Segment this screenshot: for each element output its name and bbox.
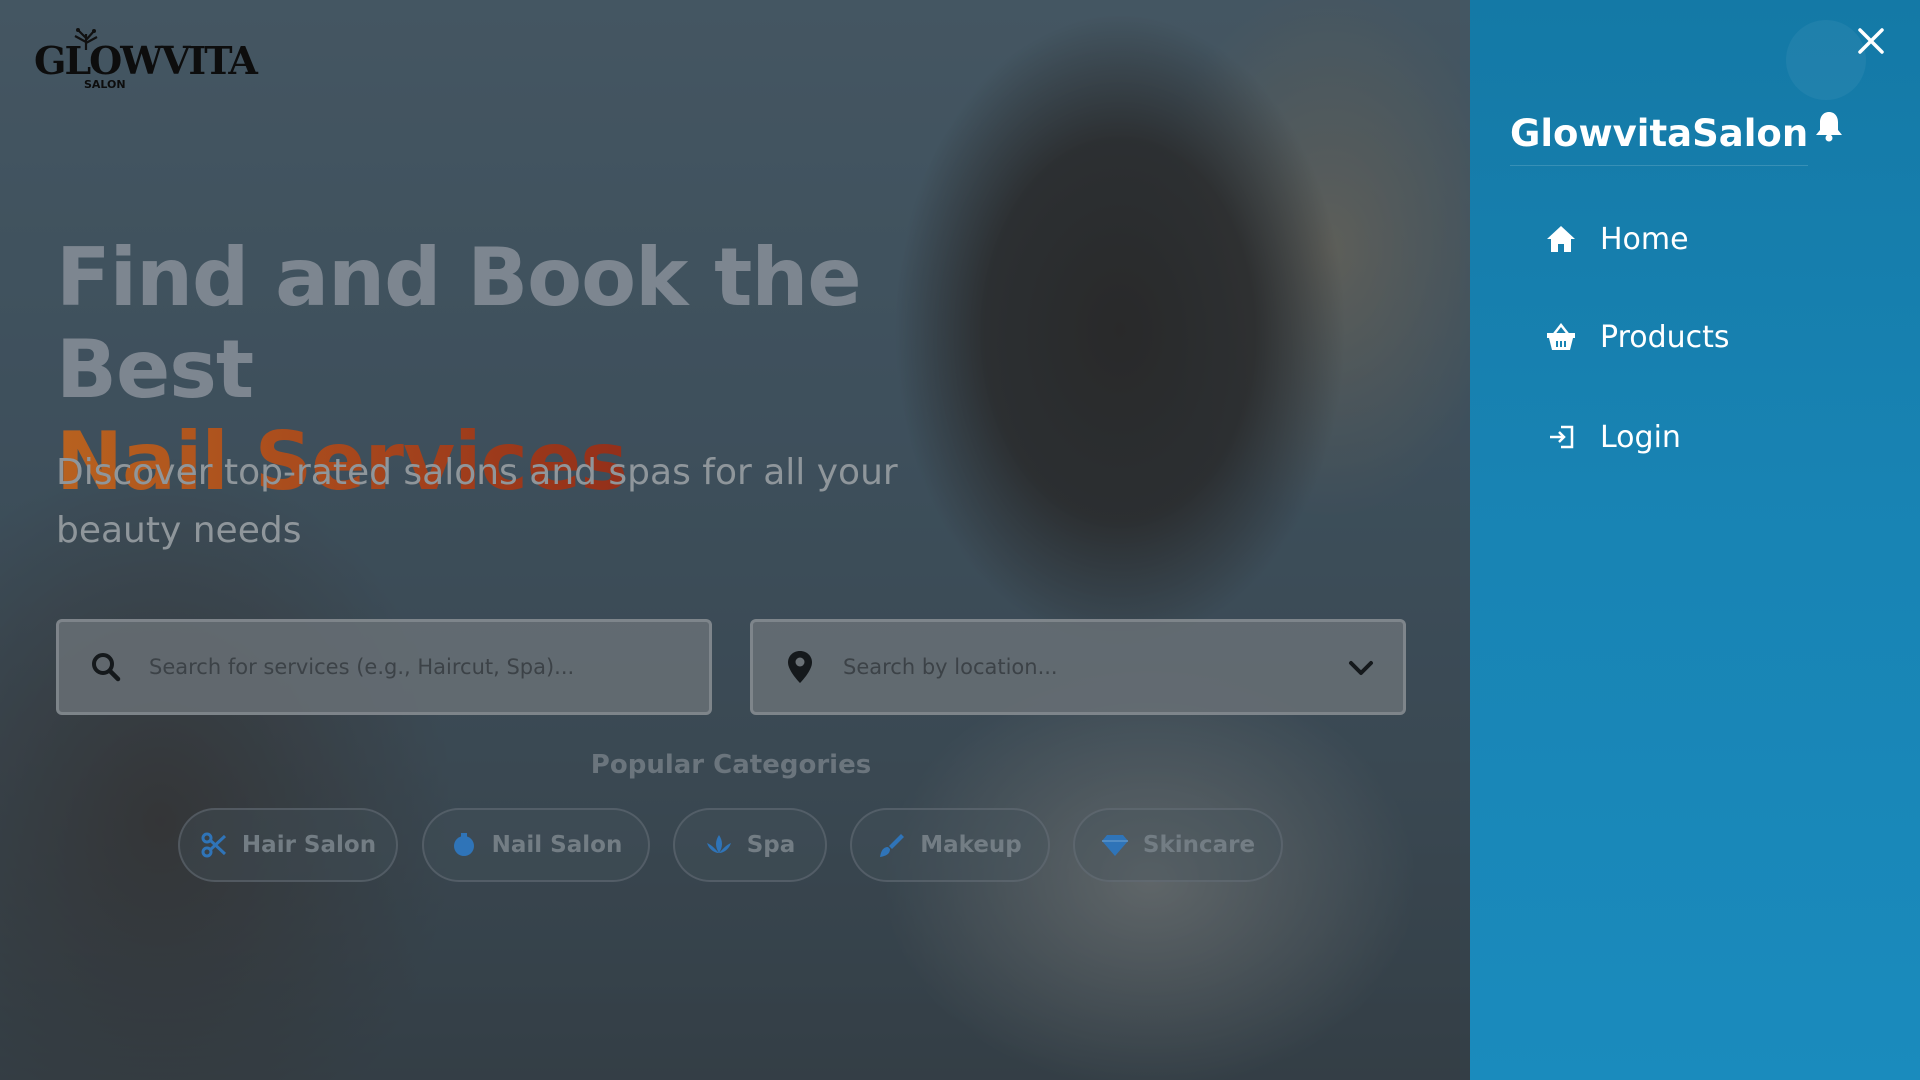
category-label: Nail Salon — [491, 832, 623, 858]
sidebar-item-products[interactable]: Products — [1546, 312, 1730, 362]
category-label: Makeup — [920, 832, 1022, 858]
diamond-icon — [1101, 831, 1129, 859]
bell-icon[interactable] — [1814, 110, 1844, 142]
location-search-box[interactable] — [750, 619, 1406, 715]
lotus-icon — [705, 831, 733, 859]
map-pin-icon — [783, 650, 817, 684]
side-menu-drawer: GlowvitaSalon Home Products Login — [1470, 0, 1920, 1080]
hero-subtitle: Discover top-rated salons and spas for a… — [56, 452, 898, 551]
category-label: Hair Salon — [241, 832, 377, 858]
chevron-down-icon[interactable] — [1345, 652, 1377, 684]
sidebar-item-home[interactable]: Home — [1546, 214, 1689, 264]
popular-categories-title: Popular Categories — [590, 750, 872, 780]
sidebar-brand: GlowvitaSalon — [1510, 112, 1809, 166]
sidebar-item-label: Login — [1600, 419, 1681, 455]
category-label: Skincare — [1142, 832, 1256, 858]
logo-subtext: SALON — [84, 78, 126, 91]
service-search-input[interactable] — [149, 655, 619, 679]
basket-icon — [1546, 322, 1576, 352]
category-chip-makeup[interactable]: Makeup — [850, 808, 1050, 882]
location-search-input[interactable] — [843, 655, 1313, 679]
logo-text: GLOWVITA — [34, 38, 258, 83]
sidebar-item-label: Home — [1600, 221, 1689, 257]
close-icon[interactable] — [1854, 24, 1888, 58]
logo[interactable]: GLOWVITA SALON — [34, 28, 258, 92]
nail-polish-icon — [450, 831, 478, 859]
category-label: Spa — [746, 832, 796, 858]
service-search-box[interactable] — [56, 619, 712, 715]
sidebar-item-login[interactable]: Login — [1546, 412, 1681, 462]
scissors-icon — [200, 831, 228, 859]
makeup-brush-icon — [878, 831, 906, 859]
category-chip-skincare[interactable]: Skincare — [1073, 808, 1283, 882]
sidebar-item-label: Products — [1600, 319, 1730, 355]
category-chip-nail-salon[interactable]: Nail Salon — [422, 808, 650, 882]
category-chip-spa[interactable]: Spa — [673, 808, 827, 882]
category-chip-hair-salon[interactable]: Hair Salon — [178, 808, 398, 882]
login-icon — [1546, 422, 1576, 452]
home-icon — [1546, 224, 1576, 254]
search-icon — [89, 650, 123, 684]
headline-line-1: Find and Book the Best — [56, 231, 862, 416]
